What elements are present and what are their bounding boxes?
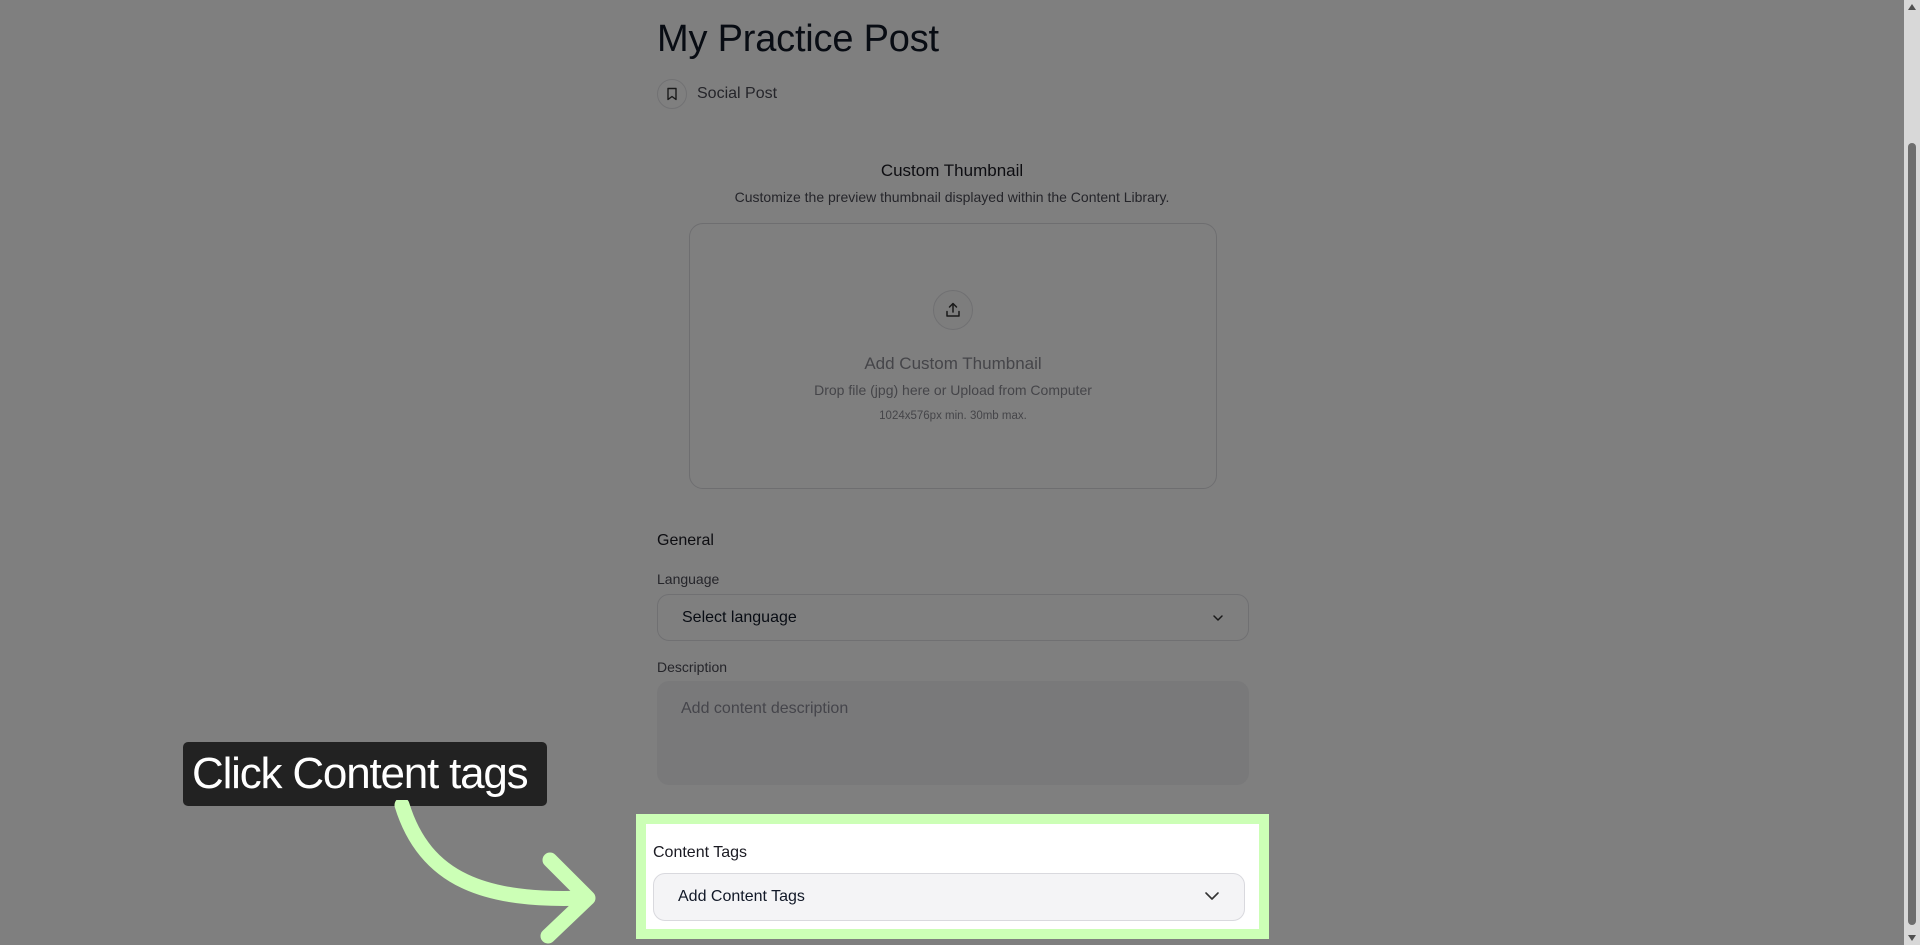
vertical-scrollbar[interactable] [1904, 0, 1920, 945]
thumbnail-dropzone[interactable]: Add Custom Thumbnail Drop file (jpg) her… [689, 223, 1217, 489]
scrollbar-thumb[interactable] [1908, 143, 1916, 925]
scroll-down-icon[interactable] [1904, 931, 1920, 945]
language-label: Language [657, 571, 720, 587]
content-tags-label: Content Tags [653, 844, 747, 861]
guide-arrow-icon [394, 800, 596, 944]
content-tags-placeholder: Add Content Tags [678, 888, 805, 905]
upload-icon[interactable] [933, 290, 973, 330]
content-tags-highlight: Content Tags Add Content Tags [636, 814, 1269, 939]
chevron-down-icon [1204, 888, 1220, 906]
post-type-label: Social Post [697, 85, 778, 102]
description-textarea[interactable]: Add content description [657, 681, 1249, 785]
dropzone-hint: Drop file (jpg) here or Upload from Comp… [814, 382, 1092, 398]
content-tags-select[interactable]: Add Content Tags [653, 873, 1245, 921]
post-type: Social Post [657, 79, 777, 109]
language-select[interactable]: Select language [657, 594, 1249, 641]
language-select-value: Select language [682, 608, 797, 626]
description-label: Description [657, 659, 728, 675]
dropzone-size-limit: 1024x576px min. 30mb max. [879, 410, 1027, 422]
thumbnail-description: Customize the preview thumbnail displaye… [734, 189, 1170, 205]
thumbnail-heading: Custom Thumbnail [880, 161, 1024, 180]
general-section-title: General [657, 532, 714, 549]
guide-callout-text: Click Content tags [192, 749, 529, 798]
scroll-up-icon[interactable] [1904, 0, 1920, 14]
bookmark-icon [657, 79, 687, 109]
guide-callout: Click Content tags [183, 742, 548, 806]
chevron-down-icon [1212, 609, 1224, 627]
dropzone-title: Add Custom Thumbnail [864, 354, 1042, 373]
page-title: My Practice Post [657, 18, 939, 60]
